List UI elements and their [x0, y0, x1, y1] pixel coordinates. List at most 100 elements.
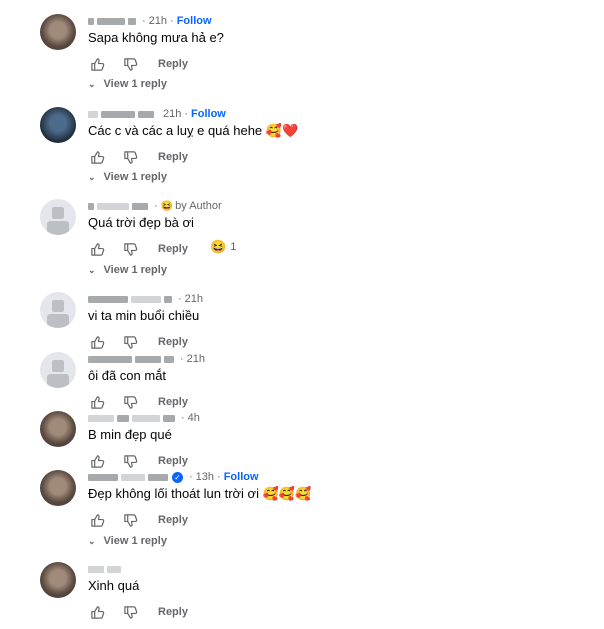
reply-button[interactable]: Reply: [158, 455, 188, 467]
redacted-name[interactable]: [132, 414, 160, 422]
comment-time[interactable]: 21h: [185, 293, 203, 305]
redacted-name[interactable]: [128, 17, 136, 25]
comment-text: ôi đã con mắt: [88, 368, 167, 383]
redacted-name[interactable]: [163, 414, 175, 422]
reply-button[interactable]: Reply: [158, 396, 188, 408]
avatar[interactable]: [40, 14, 76, 50]
comment-meta: · 21h · Follow: [88, 14, 212, 28]
follow-button[interactable]: Follow: [224, 471, 259, 483]
redacted-name[interactable]: [164, 295, 172, 303]
dislike-icon[interactable]: [121, 393, 139, 411]
dislike-icon[interactable]: [121, 240, 139, 258]
comment-time[interactable]: 4h: [188, 412, 200, 424]
like-icon[interactable]: [88, 511, 106, 529]
comment-actions: Reply: [88, 511, 188, 529]
reply-button[interactable]: Reply: [158, 514, 188, 526]
redacted-name[interactable]: [135, 355, 161, 363]
dislike-icon[interactable]: [121, 55, 139, 73]
reply-button[interactable]: Reply: [158, 243, 188, 255]
redacted-name[interactable]: [132, 202, 148, 210]
comment-time[interactable]: 21h: [163, 108, 181, 120]
view-replies-label: View 1 reply: [103, 535, 167, 547]
redacted-name[interactable]: [88, 202, 94, 210]
like-icon[interactable]: [88, 452, 106, 470]
redacted-name[interactable]: [148, 473, 168, 481]
reply-button[interactable]: Reply: [158, 151, 188, 163]
chevron-down-icon: ⌄: [88, 78, 96, 89]
reply-button[interactable]: Reply: [158, 336, 188, 348]
comment-text: Xinh quá: [88, 578, 140, 593]
avatar[interactable]: [40, 292, 76, 328]
comment-actions: Reply: [88, 333, 188, 351]
comment-text: B min đẹp qué: [88, 427, 172, 442]
redacted-name[interactable]: [138, 110, 154, 118]
comment-meta: 21h · Follow: [88, 107, 226, 121]
redacted-name[interactable]: [121, 473, 145, 481]
dislike-icon[interactable]: [121, 148, 139, 166]
author-badge: by Author: [175, 200, 222, 212]
view-replies-button[interactable]: ⌄ View 1 reply: [88, 171, 167, 183]
redacted-name[interactable]: [97, 202, 129, 210]
redacted-name[interactable]: [117, 414, 129, 422]
reply-button[interactable]: Reply: [158, 606, 188, 618]
dislike-icon[interactable]: [121, 333, 139, 351]
verified-badge-icon: ✓: [172, 471, 183, 483]
haha-reaction-icon: 😆: [210, 239, 227, 254]
comment-text: Các c và các a luỵ e quá hehe 🥰❤️: [88, 123, 299, 138]
comment-actions: Reply: [88, 55, 188, 73]
comment-text: Quá trời đẹp bà ơi: [88, 215, 194, 230]
dislike-icon[interactable]: [121, 603, 139, 621]
like-icon[interactable]: [88, 393, 106, 411]
like-icon[interactable]: [88, 240, 106, 258]
comment-actions: Reply: [88, 603, 188, 621]
comment-actions: Reply: [88, 393, 188, 411]
redacted-name[interactable]: [88, 110, 98, 118]
like-icon[interactable]: [88, 148, 106, 166]
avatar[interactable]: [40, 470, 76, 506]
like-icon[interactable]: [88, 603, 106, 621]
comment-time[interactable]: 21h: [187, 353, 205, 365]
redacted-name[interactable]: [97, 17, 125, 25]
comment-time[interactable]: 21h: [149, 15, 167, 27]
follow-button[interactable]: Follow: [191, 108, 226, 120]
comment-meta: · 😆 by Author: [88, 199, 222, 213]
avatar[interactable]: [40, 352, 76, 388]
follow-button[interactable]: Follow: [177, 15, 212, 27]
like-icon[interactable]: [88, 55, 106, 73]
avatar[interactable]: [40, 562, 76, 598]
comment-meta: · 21h: [88, 292, 203, 306]
view-replies-label: View 1 reply: [103, 78, 167, 90]
comment-text: vi ta min buổi chiều: [88, 308, 200, 323]
chevron-down-icon: ⌄: [88, 535, 96, 546]
redacted-name[interactable]: [164, 355, 174, 363]
dislike-icon[interactable]: [121, 452, 139, 470]
avatar[interactable]: [40, 107, 76, 143]
reaction-count-value: 1: [230, 241, 237, 253]
view-replies-button[interactable]: ⌄ View 1 reply: [88, 535, 167, 547]
redacted-name[interactable]: [131, 295, 161, 303]
comment-meta: · 4h: [88, 411, 200, 425]
view-replies-label: View 1 reply: [103, 171, 167, 183]
avatar[interactable]: [40, 199, 76, 235]
chevron-down-icon: ⌄: [88, 264, 96, 275]
view-replies-button[interactable]: ⌄ View 1 reply: [88, 264, 167, 276]
redacted-name[interactable]: [101, 110, 135, 118]
chevron-down-icon: ⌄: [88, 171, 96, 182]
redacted-name[interactable]: [88, 414, 114, 422]
like-icon[interactable]: [88, 333, 106, 351]
redacted-name[interactable]: [107, 565, 121, 573]
redacted-name[interactable]: [88, 17, 94, 25]
redacted-name[interactable]: [88, 565, 104, 573]
comment-actions: Reply: [88, 148, 188, 166]
view-replies-button[interactable]: ⌄ View 1 reply: [88, 78, 167, 90]
view-replies-label: View 1 reply: [103, 264, 167, 276]
reply-button[interactable]: Reply: [158, 58, 188, 70]
dislike-icon[interactable]: [121, 511, 139, 529]
redacted-name[interactable]: [88, 295, 128, 303]
comment-text: Đẹp không lối thoát lun trời ơi 🥰🥰🥰: [88, 486, 312, 501]
reaction-count[interactable]: 😆 1: [210, 239, 236, 255]
avatar[interactable]: [40, 411, 76, 447]
redacted-name[interactable]: [88, 355, 132, 363]
comment-time[interactable]: 13h: [196, 471, 214, 483]
redacted-name[interactable]: [88, 473, 118, 481]
